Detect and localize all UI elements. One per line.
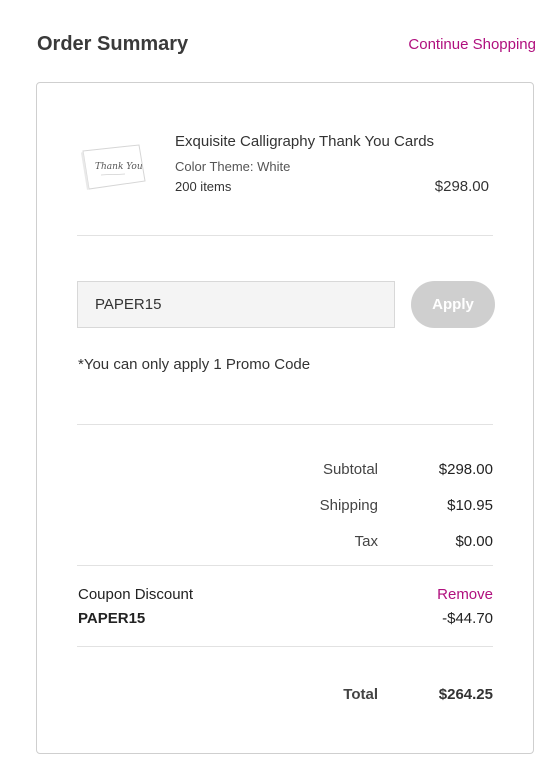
- shipping-label: Shipping: [319, 497, 378, 514]
- page-title: Order Summary: [37, 33, 189, 55]
- divider: [77, 646, 493, 647]
- divider: [77, 565, 493, 566]
- divider: [77, 424, 493, 425]
- coupon-discount-amount: -$44.70: [442, 610, 493, 627]
- shipping-value: $10.95: [447, 497, 493, 514]
- product-quantity: 200 items: [175, 179, 232, 194]
- order-summary-card: Thank You Exquisite Calligraphy Thank Yo…: [36, 82, 534, 754]
- subtotal-label: Subtotal: [322, 461, 378, 478]
- thumbnail-card-text: Thank You: [95, 162, 143, 172]
- divider: [77, 235, 493, 236]
- promo-code-input[interactable]: [77, 281, 395, 328]
- total-value: $264.25: [438, 686, 493, 703]
- product-price: $298.00: [434, 178, 489, 195]
- coupon-discount-label: Coupon Discount: [78, 586, 194, 603]
- product-color-theme: Color Theme: White: [175, 159, 291, 174]
- tax-label: Tax: [354, 533, 378, 550]
- tax-value: $0.00: [455, 533, 493, 550]
- apply-promo-button[interactable]: Apply: [411, 281, 495, 328]
- total-label: Total: [343, 686, 378, 703]
- remove-coupon-link[interactable]: Remove: [437, 586, 493, 603]
- subtotal-value: $298.00: [438, 461, 493, 478]
- product-thumbnail[interactable]: Thank You: [79, 141, 147, 193]
- promo-code-note: *You can only apply 1 Promo Code: [78, 356, 311, 373]
- continue-shopping-link[interactable]: Continue Shopping: [408, 36, 536, 53]
- coupon-code: PAPER15: [78, 610, 146, 627]
- product-name[interactable]: Exquisite Calligraphy Thank You Cards: [175, 133, 434, 150]
